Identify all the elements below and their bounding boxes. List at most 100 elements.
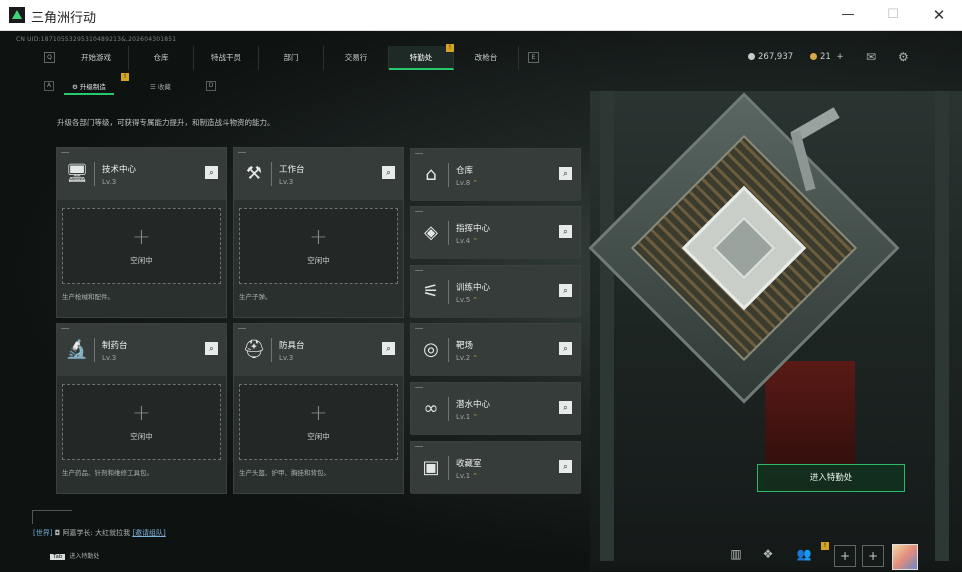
facility-card-command-center[interactable]: ◈ 指挥中心 Lv.4 ⌃ ⌕ [410, 206, 581, 259]
close-button[interactable]: ✕ [928, 5, 950, 25]
corner-mark [238, 152, 246, 153]
facility-header: ⛑ 防具台 Lv.3 ⌕ [234, 324, 403, 376]
notification-badge: ! [821, 542, 829, 550]
production-description: 生产药品、针剂和维修工具包。 [62, 469, 153, 477]
facility-card-tech-center[interactable]: 🖥 技术中心 Lv.3 ⌕ + 空闲中 生产枪械和配件。 [56, 147, 227, 318]
maximize-button[interactable]: ☐ [882, 5, 904, 25]
facility-card-pharmacy[interactable]: 🔬 制药台 Lv.3 ⌕ + 空闲中 生产药品、针剂和维修工具包。 [56, 323, 227, 494]
add-teammate-button[interactable]: + [834, 545, 856, 567]
corner-mark [415, 446, 423, 447]
nav-next-key[interactable]: E [528, 52, 539, 63]
nav-prev-key[interactable]: Q [44, 52, 55, 63]
tools-icon: ⚒ [245, 163, 263, 184]
facility-card-collection-room[interactable]: ▣ 收藏室 Lv.1 ⌃ ⌕ [410, 441, 581, 494]
corner-mark [415, 153, 423, 154]
facility-card-armor-bench[interactable]: ⛑ 防具台 Lv.3 ⌕ + 空闲中 生产头盔、护甲、胸挂和背包。 [233, 323, 404, 494]
production-slot[interactable]: + 空闲中 [239, 384, 398, 460]
subtab-upgrade-label: 升级制造 [79, 83, 106, 91]
search-icon[interactable]: ⌕ [205, 342, 218, 355]
diving-mask-icon: ∞ [423, 398, 439, 419]
subtab-upgrade[interactable]: ⚙ 升级制造 ! [64, 73, 129, 95]
search-icon[interactable]: ⌕ [382, 166, 395, 179]
production-description: 生产枪械和配件。 [62, 293, 114, 301]
search-icon[interactable]: ⌕ [205, 166, 218, 179]
facility-level: Lv.1 ⌃ [456, 413, 479, 421]
production-slot[interactable]: + 空闲中 [239, 208, 398, 284]
corner-mark [415, 211, 423, 212]
chat-message[interactable]: [世界] ◘ 阿嘉学长: 大红就拉我 [邀请组队] [33, 528, 166, 538]
divider [94, 162, 95, 186]
rank-icon: ⌃ [472, 179, 479, 187]
main-nav: 开始游戏 仓库 特战干员 部门 交易行 特勤处 ! 改枪台 [64, 44, 519, 70]
tab-market[interactable]: 交易行 [324, 46, 389, 70]
facility-level: Lv.3 [102, 178, 117, 186]
facility-card-shooting-range[interactable]: ◎ 靶场 Lv.2 ⌃ ⌕ [410, 323, 581, 376]
facility-card-workbench[interactable]: ⚒ 工作台 Lv.3 ⌕ + 空闲中 生产子弹。 [233, 147, 404, 318]
stats-icon[interactable]: ▥ [726, 547, 746, 561]
divider [448, 397, 449, 421]
tab-gunsmith[interactable]: 改枪台 [454, 46, 519, 70]
tab-special-ops-label: 特勤处 [409, 53, 433, 62]
wrench-icon: ⚙ [72, 83, 80, 91]
facility-card-warehouse[interactable]: ⌂ 仓库 Lv.8 ⌃ ⌕ [410, 148, 581, 201]
tab-hint[interactable]: Tab 进入特勤处 [50, 551, 99, 560]
rank-icon: ⌃ [472, 354, 479, 362]
facility-name: 制药台 [102, 341, 128, 351]
microscope-icon: 🔬 [65, 339, 89, 360]
tab-departments[interactable]: 部门 [259, 46, 324, 70]
chat-channel: [世界] [33, 529, 53, 537]
facility-level: Lv.8 ⌃ [456, 179, 479, 187]
friends-icon[interactable]: 👥 [794, 547, 814, 561]
invite-team-link[interactable]: [邀请组队] [132, 529, 165, 537]
facility-level: Lv.4 ⌃ [456, 237, 479, 245]
facility-name: 防具台 [279, 341, 305, 351]
rank-icon: ⌃ [472, 296, 479, 304]
facility-card-diving-center[interactable]: ∞ 潜水中心 Lv.1 ⌃ ⌕ [410, 382, 581, 435]
tab-hint-label: 进入特勤处 [69, 553, 100, 560]
subnav-prev-key[interactable]: A [44, 81, 54, 91]
search-icon[interactable]: ⌕ [559, 284, 572, 297]
corner-mark [415, 328, 423, 329]
voice-icon[interactable]: ❖ [758, 547, 778, 561]
divider [448, 221, 449, 245]
notification-badge: ! [446, 44, 454, 52]
facility-header: 🖥 技术中心 Lv.3 ⌕ [57, 148, 226, 200]
enter-special-ops-button[interactable]: 进入特勤处 [757, 464, 905, 492]
facility-header: ◎ 靶场 Lv.2 ⌃ ⌕ [411, 324, 580, 376]
chat-user: 阿嘉学长 [62, 529, 91, 537]
app-logo-icon [9, 7, 25, 23]
add-teammate-button[interactable]: + [862, 545, 884, 567]
corner-mark [238, 328, 246, 329]
search-icon[interactable]: ⌕ [559, 401, 572, 414]
settings-icon[interactable]: ⚙ [898, 50, 909, 64]
collection-icon: ▣ [422, 457, 440, 478]
add-ticket-button[interactable]: + [837, 52, 844, 62]
scene-pillar [600, 91, 614, 561]
tab-operators[interactable]: 特战干员 [194, 46, 259, 70]
search-icon[interactable]: ⌕ [559, 225, 572, 238]
ticket-display: 21 + [810, 52, 844, 62]
avatar[interactable] [892, 544, 918, 570]
facility-header: ∞ 潜水中心 Lv.1 ⌃ ⌕ [411, 383, 580, 435]
production-slot[interactable]: + 空闲中 [62, 384, 221, 460]
window-titlebar: 三角洲行动 — ☐ ✕ [0, 0, 962, 31]
search-icon[interactable]: ⌕ [382, 342, 395, 355]
subtab-collection-label: 收藏 [157, 83, 171, 91]
page-description: 升级各部门等级，可获得专属能力提升，和制造战斗物资的能力。 [57, 118, 275, 127]
armor-icon: ⛑ [242, 339, 266, 360]
production-slot[interactable]: + 空闲中 [62, 208, 221, 284]
tab-warehouse[interactable]: 仓库 [129, 46, 194, 70]
subtab-collection[interactable]: ☰ 收藏 [142, 79, 179, 95]
mail-icon[interactable]: ✉ [866, 50, 876, 64]
ticket-value: 21 [820, 52, 831, 62]
tab-start-game[interactable]: 开始游戏 [64, 46, 129, 70]
currency-display: 267,937 [748, 52, 793, 62]
search-icon[interactable]: ⌕ [559, 167, 572, 180]
tab-special-ops[interactable]: 特勤处 ! [389, 44, 454, 70]
add-icon: + [309, 401, 328, 426]
facility-card-training-center[interactable]: ⚟ 训练中心 Lv.5 ⌃ ⌕ [410, 265, 581, 318]
minimize-button[interactable]: — [837, 5, 859, 25]
search-icon[interactable]: ⌕ [559, 460, 572, 473]
subnav-next-key[interactable]: D [206, 81, 216, 91]
search-icon[interactable]: ⌕ [559, 342, 572, 355]
